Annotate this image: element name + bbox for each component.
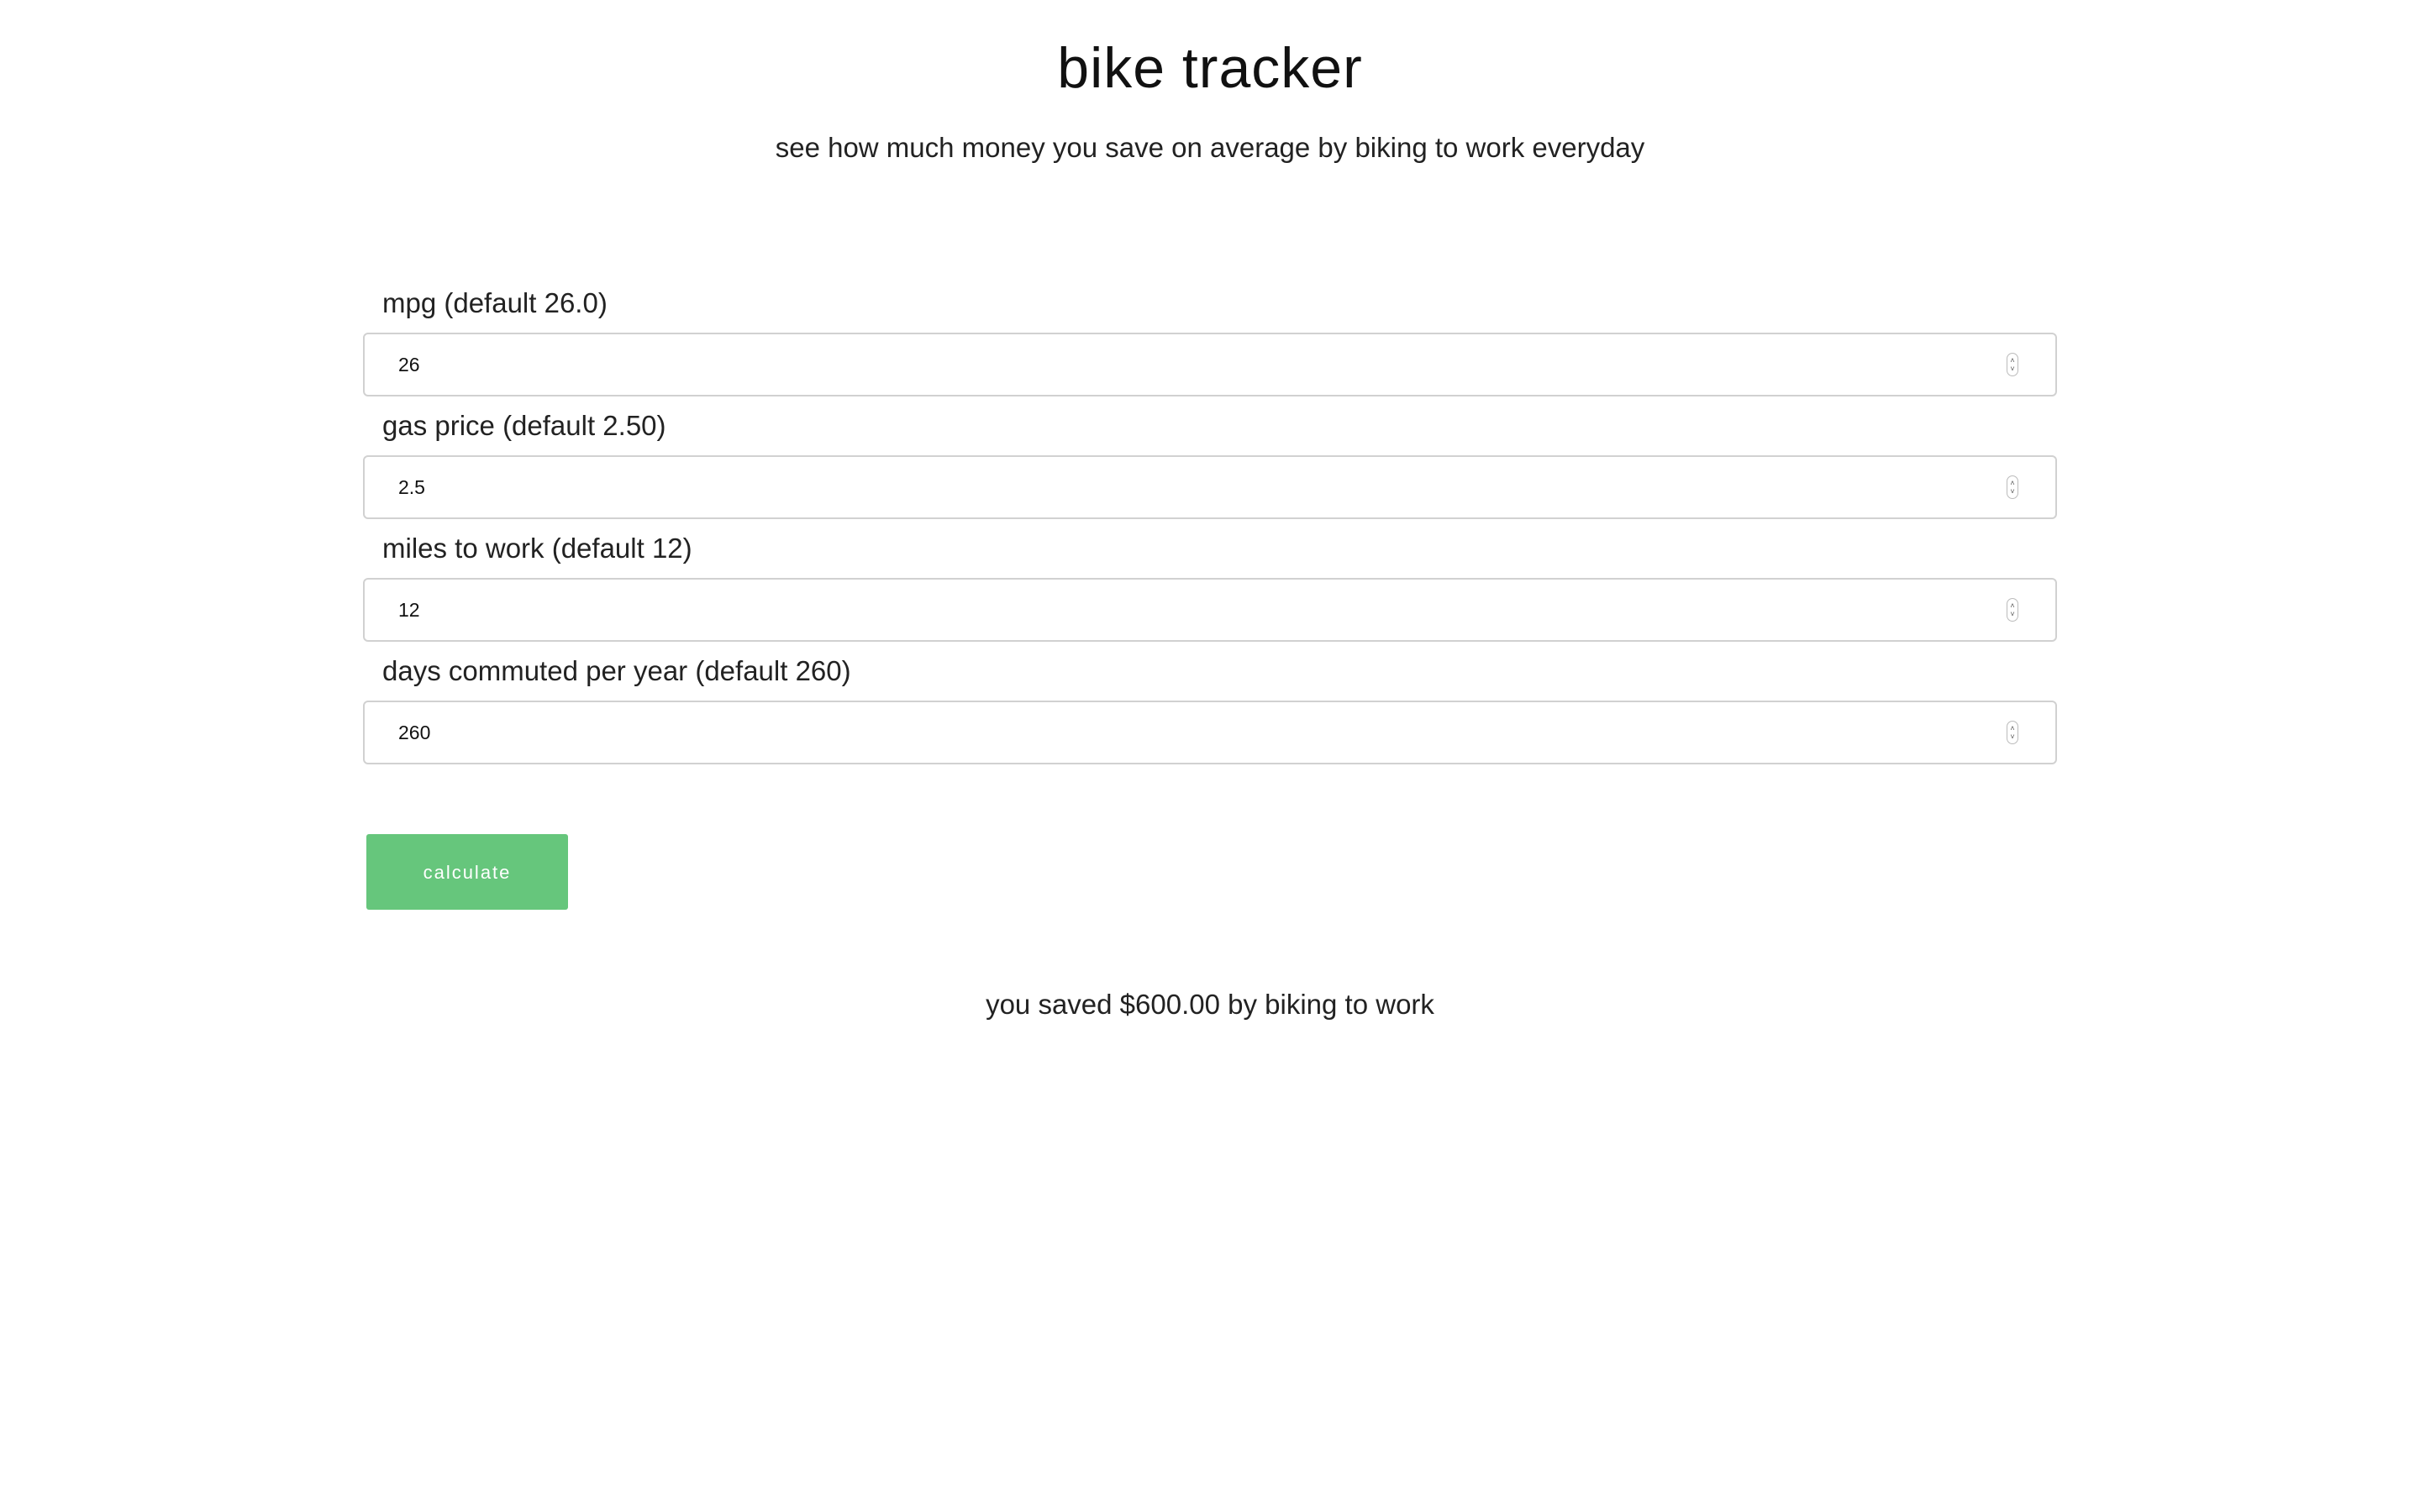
days-commuted-label: days commuted per year (default 260)	[382, 655, 851, 686]
mpg-spinner[interactable]: ˄ ˅	[2007, 353, 2018, 376]
gas-price-label: gas price (default 2.50)	[382, 410, 666, 441]
spinner-up-icon[interactable]: ˄	[2010, 724, 2014, 732]
miles-to-work-label: miles to work (default 12)	[382, 533, 692, 564]
page-subtitle: see how much money you save on average b…	[775, 132, 1645, 163]
miles-to-work-spinner[interactable]: ˄ ˅	[2007, 598, 2018, 622]
days-commuted-spinner[interactable]: ˄ ˅	[2007, 721, 2018, 744]
page: bike tracker see how much money you save…	[0, 0, 2420, 1512]
spinner-down-icon[interactable]: ˅	[2010, 610, 2014, 618]
spinner-up-icon[interactable]: ˄	[2010, 479, 2014, 487]
gas-price-input[interactable]: 2.5 ˄ ˅	[363, 455, 2057, 519]
spinner-down-icon[interactable]: ˅	[2010, 732, 2014, 741]
spinner-down-icon[interactable]: ˅	[2010, 487, 2014, 496]
mpg-input-value: 26	[398, 354, 420, 375]
spinner-up-icon[interactable]: ˄	[2010, 601, 2014, 610]
days-commuted-input[interactable]: 260 ˄ ˅	[363, 701, 2057, 764]
mpg-input[interactable]: 26 ˄ ˅	[363, 333, 2057, 396]
gas-price-spinner[interactable]: ˄ ˅	[2007, 475, 2018, 499]
days-commuted-input-value: 260	[398, 722, 431, 743]
page-title: bike tracker	[1057, 36, 1363, 100]
mpg-label: mpg (default 26.0)	[382, 287, 608, 318]
spinner-up-icon[interactable]: ˄	[2010, 356, 2014, 365]
gas-price-input-value: 2.5	[398, 476, 425, 498]
savings-result: you saved $600.00 by biking to work	[986, 989, 1434, 1020]
spinner-down-icon[interactable]: ˅	[2010, 365, 2014, 373]
miles-to-work-input-value: 12	[398, 599, 420, 621]
calculate-button[interactable]: calculate	[366, 834, 568, 910]
miles-to-work-input[interactable]: 12 ˄ ˅	[363, 578, 2057, 642]
